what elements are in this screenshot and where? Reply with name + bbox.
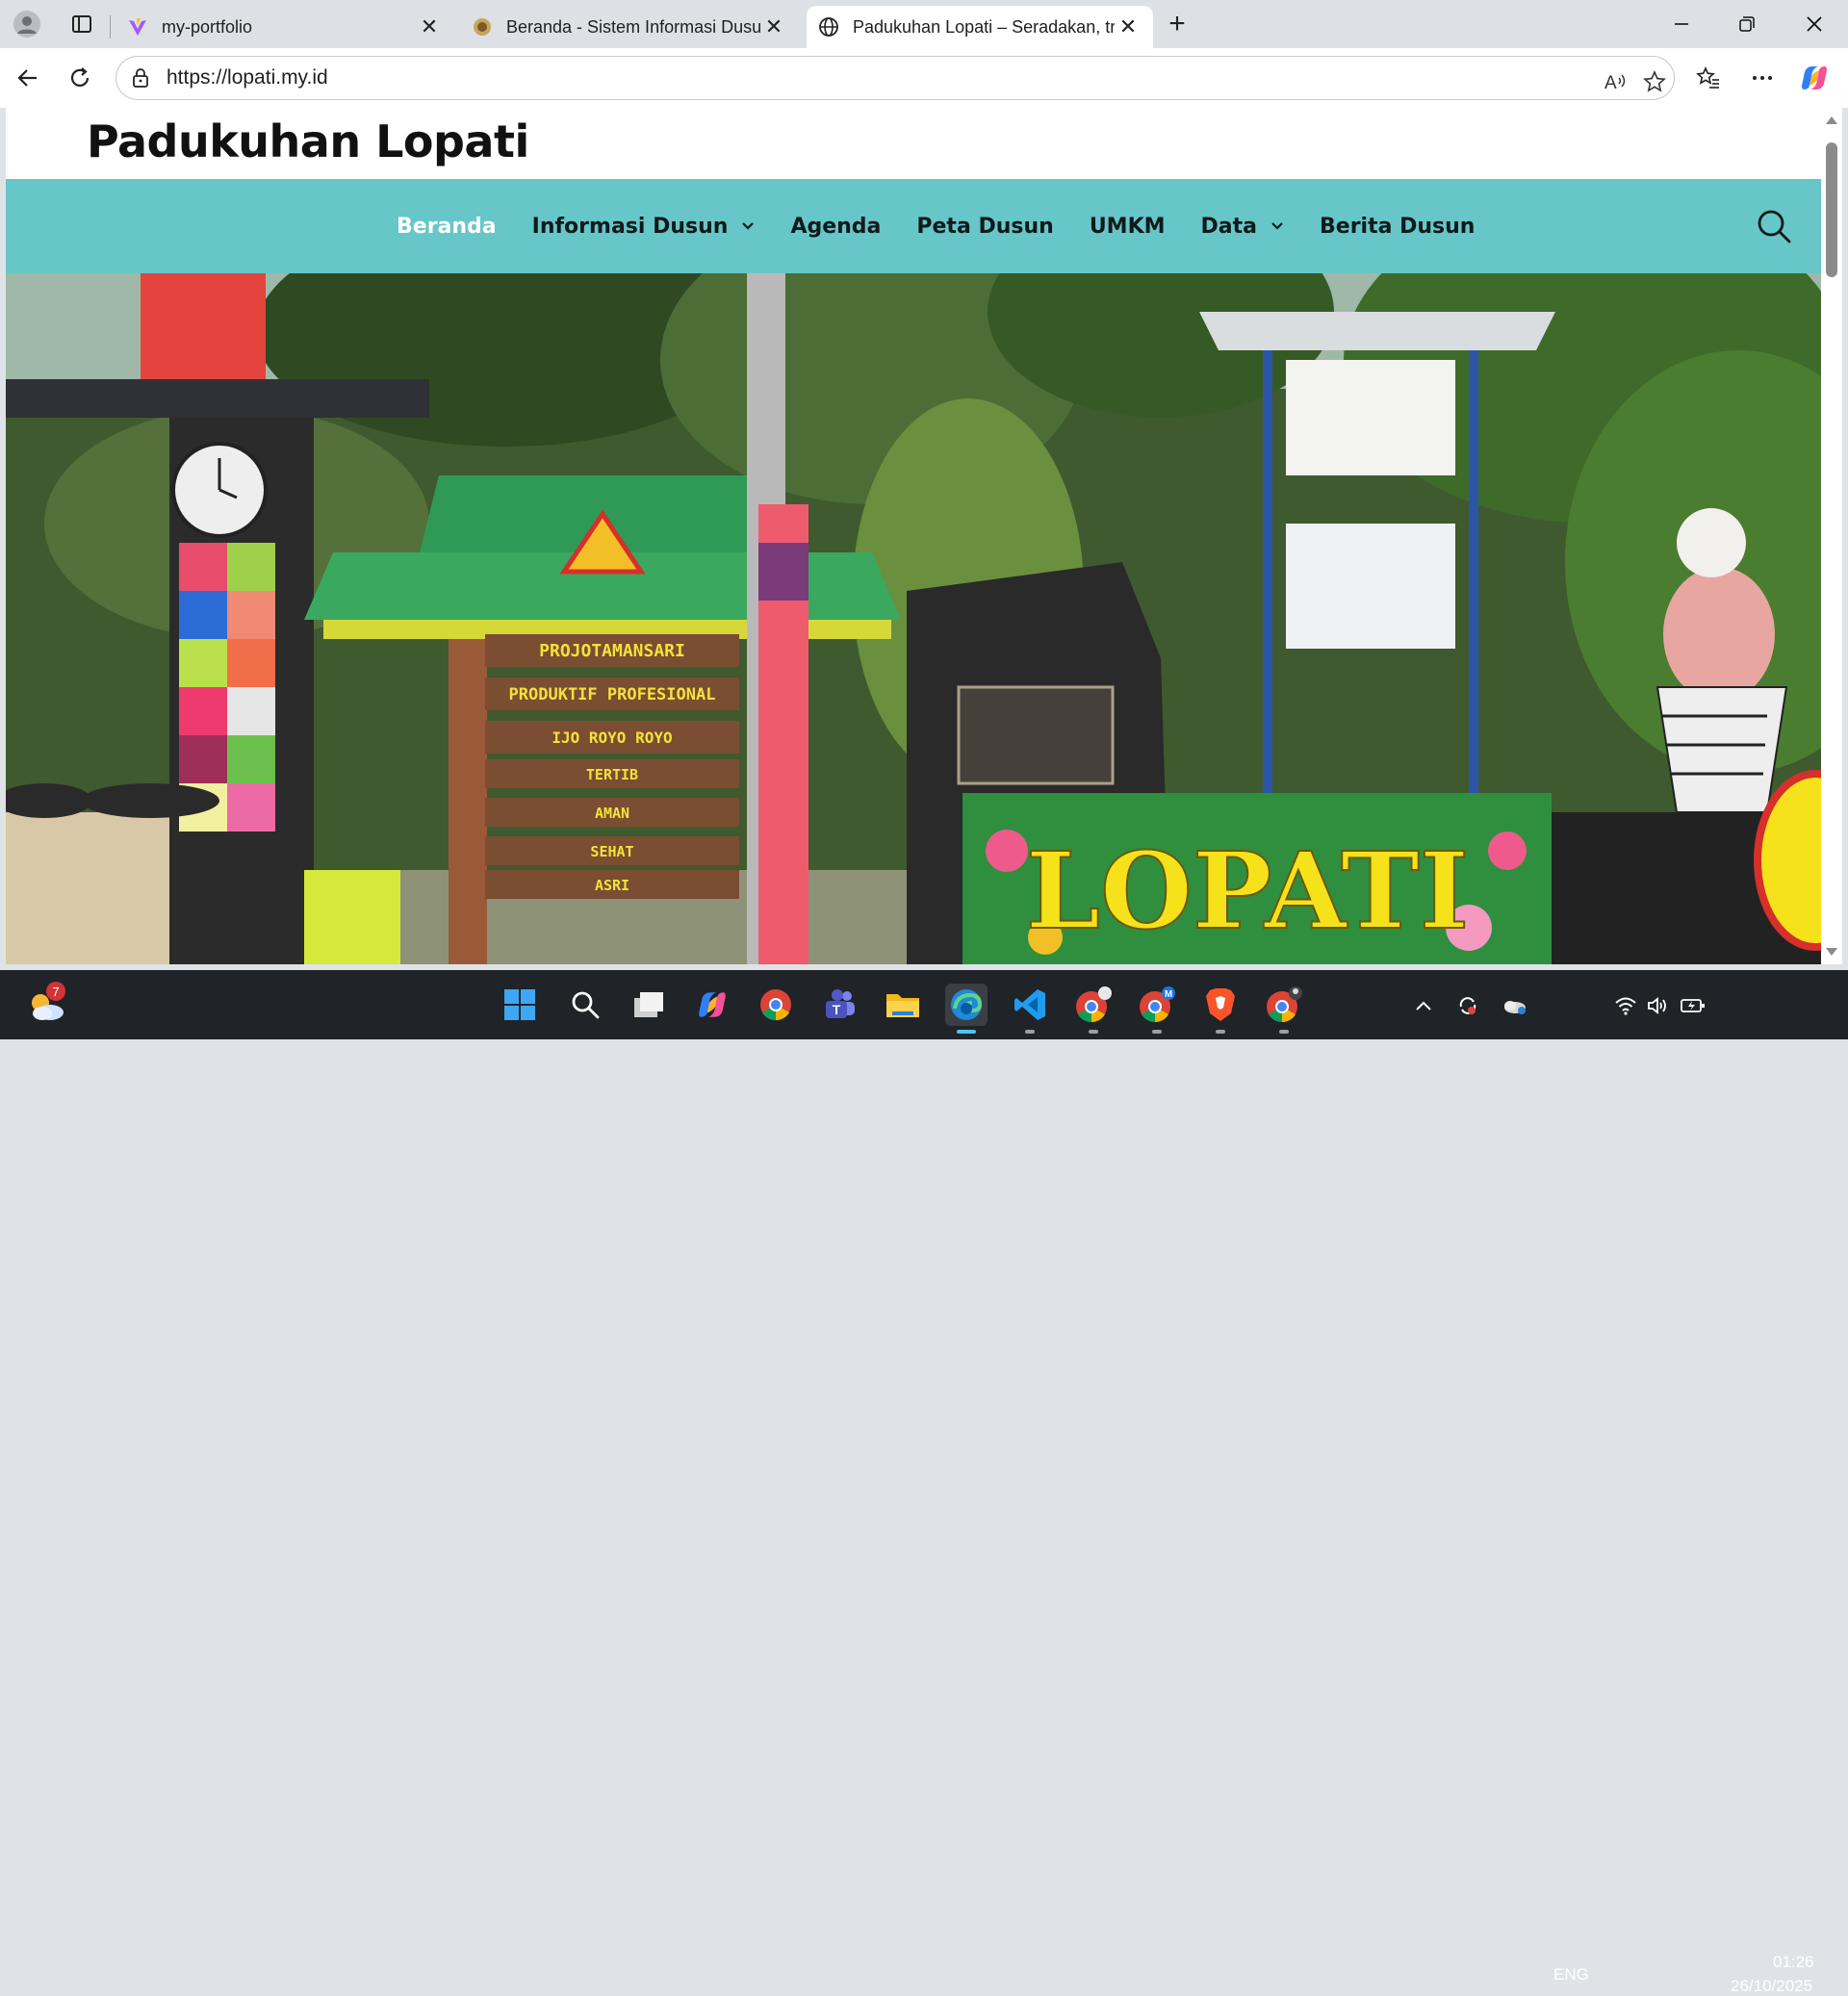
language-indicator[interactable]: ENG bbox=[1553, 1965, 1589, 1984]
teams-icon[interactable]: T bbox=[818, 984, 860, 1026]
favorite-star-icon[interactable] bbox=[1637, 64, 1672, 99]
nav-item-beranda[interactable]: Beranda bbox=[397, 215, 497, 239]
vscode-open-indicator bbox=[1025, 1030, 1035, 1034]
chrome-open-indicator bbox=[1279, 1030, 1289, 1034]
close-window-button[interactable] bbox=[1786, 4, 1842, 44]
close-tab-icon[interactable]: ✕ bbox=[760, 13, 787, 40]
scroll-up-arrow-icon[interactable] bbox=[1825, 114, 1838, 127]
back-button[interactable] bbox=[10, 60, 46, 96]
brave-open-indicator bbox=[1216, 1030, 1225, 1034]
chevron-down-icon bbox=[1270, 219, 1284, 233]
sign-text: PROJOTAMANSARI bbox=[539, 641, 685, 661]
nav-item-label: Informasi Dusun bbox=[531, 214, 729, 239]
more-options-icon[interactable] bbox=[1744, 60, 1781, 96]
main-navigation: Beranda Informasi Dusun Agenda Peta Dusu… bbox=[6, 179, 1821, 273]
sign-text: AMAN bbox=[595, 805, 629, 822]
web-page: Padukuhan Lopati Beranda Informasi Dusun… bbox=[6, 108, 1821, 964]
sign-text: PRODUKTIF PROFESIONAL bbox=[509, 685, 716, 704]
nav-item-data[interactable]: Data bbox=[1201, 215, 1284, 239]
globe-icon bbox=[818, 16, 839, 38]
clock-date[interactable]: 26/10/2025 bbox=[1731, 1977, 1812, 1996]
page-scrollbar[interactable] bbox=[1821, 108, 1842, 964]
chrome-open-indicator bbox=[1152, 1030, 1162, 1034]
scroll-down-arrow-icon[interactable] bbox=[1825, 945, 1838, 959]
nav-item-informasi-dusun[interactable]: Informasi Dusun bbox=[532, 215, 756, 239]
site-header: Padukuhan Lopati bbox=[6, 108, 1821, 179]
chrome-icon[interactable] bbox=[755, 984, 797, 1026]
sign-text: SEHAT bbox=[590, 843, 633, 860]
volume-icon[interactable] bbox=[1646, 993, 1671, 1018]
close-tab-icon[interactable]: ✕ bbox=[1115, 13, 1142, 40]
tab-separator bbox=[110, 15, 111, 38]
edge-icon[interactable] bbox=[945, 984, 988, 1026]
tab-padukuhan-lopati[interactable]: Padukuhan Lopati – Seradakan, tr ✕ bbox=[807, 6, 1153, 48]
favorites-icon[interactable] bbox=[1690, 60, 1727, 96]
tab-my-portfolio[interactable]: my-portfolio ✕ bbox=[116, 6, 454, 48]
edge-active-indicator bbox=[957, 1030, 976, 1034]
url-text[interactable]: https://lopati.my.id bbox=[167, 66, 328, 90]
chrome-open-indicator bbox=[1089, 1030, 1098, 1034]
nav-menu: Beranda Informasi Dusun Agenda Peta Dusu… bbox=[397, 179, 1510, 273]
browser-tab-bar: my-portfolio ✕ Beranda - Sistem Informas… bbox=[0, 0, 1848, 48]
tab-beranda-sistem-informasi[interactable]: Beranda - Sistem Informasi Dusun ✕ bbox=[460, 6, 799, 48]
tab-title: Beranda - Sistem Informasi Dusun bbox=[506, 16, 760, 37]
onedrive-icon[interactable] bbox=[1502, 993, 1527, 1018]
chrome-profile-1-icon[interactable] bbox=[1072, 984, 1115, 1026]
nav-item-label: Berita Dusun bbox=[1320, 214, 1476, 239]
weather-badge: 7 bbox=[46, 982, 65, 1001]
address-bar[interactable]: https://lopati.my.id A bbox=[116, 56, 1675, 100]
chevron-down-icon bbox=[741, 219, 755, 233]
nav-item-label: Peta Dusun bbox=[916, 214, 1054, 239]
close-tab-icon[interactable]: ✕ bbox=[416, 13, 443, 40]
sign-text: TERTIB bbox=[586, 766, 638, 783]
restore-button[interactable] bbox=[1719, 4, 1775, 44]
tab-actions-icon[interactable] bbox=[65, 8, 98, 40]
wifi-icon[interactable] bbox=[1613, 993, 1638, 1018]
browser-toolbar: https://lopati.my.id A bbox=[0, 48, 1848, 108]
nav-item-label: Beranda bbox=[397, 214, 497, 239]
hero-image: PROJOTAMANSARI PRODUKTIF PROFESIONAL IJO… bbox=[6, 273, 1821, 964]
profile-icon[interactable] bbox=[10, 8, 44, 40]
nav-item-label: Agenda bbox=[790, 214, 882, 239]
sign-text: IJO ROYO ROYO bbox=[552, 729, 672, 747]
taskbar-search-icon[interactable] bbox=[564, 984, 606, 1026]
vite-icon bbox=[127, 16, 148, 38]
vscode-icon[interactable] bbox=[1009, 984, 1051, 1026]
svg-text:T: T bbox=[833, 1002, 841, 1017]
copilot-taskbar-icon[interactable] bbox=[691, 984, 733, 1026]
nav-item-peta-dusun[interactable]: Peta Dusun bbox=[916, 215, 1053, 239]
sign-text: ASRI bbox=[595, 877, 629, 894]
tab-title: my-portfolio bbox=[162, 16, 253, 37]
lock-icon[interactable] bbox=[130, 67, 151, 89]
monument-text: LOPATI bbox=[1026, 829, 1470, 953]
brave-icon[interactable] bbox=[1199, 984, 1242, 1026]
svg-text:A: A bbox=[1604, 73, 1617, 93]
show-hidden-icons-chevron-icon[interactable] bbox=[1411, 993, 1436, 1018]
refresh-button[interactable] bbox=[62, 60, 98, 96]
site-title[interactable]: Padukuhan Lopati bbox=[87, 115, 529, 167]
nav-item-agenda[interactable]: Agenda bbox=[790, 215, 881, 239]
chrome-profile-2-icon[interactable]: M bbox=[1136, 984, 1178, 1026]
nav-item-label: Data bbox=[1200, 214, 1257, 239]
sync-icon[interactable] bbox=[1455, 993, 1480, 1018]
clock-time[interactable]: 01:26 bbox=[1773, 1953, 1814, 1972]
task-view-icon[interactable] bbox=[628, 984, 670, 1026]
search-icon[interactable] bbox=[1756, 208, 1792, 244]
chrome-profile-3-icon[interactable] bbox=[1263, 984, 1305, 1026]
tab-title: Padukuhan Lopati – Seradakan, tr bbox=[853, 16, 1115, 37]
file-explorer-icon[interactable] bbox=[882, 984, 924, 1026]
read-aloud-icon[interactable]: A bbox=[1599, 64, 1633, 99]
nav-item-berita-dusun[interactable]: Berita Dusun bbox=[1320, 215, 1475, 239]
battery-charging-icon[interactable] bbox=[1681, 993, 1706, 1018]
svg-text:M: M bbox=[1165, 989, 1172, 1000]
nav-item-label: UMKM bbox=[1089, 214, 1166, 239]
new-tab-button[interactable]: + bbox=[1161, 8, 1194, 40]
copilot-icon[interactable] bbox=[1796, 60, 1833, 96]
minimize-button[interactable] bbox=[1654, 4, 1709, 44]
emblem-icon bbox=[472, 16, 493, 38]
scrollbar-thumb[interactable] bbox=[1826, 142, 1837, 277]
windows-start-icon[interactable] bbox=[499, 984, 541, 1026]
windows-taskbar: 7 T M ENG 01:26 26/10/2025 bbox=[0, 970, 1848, 1995]
nav-item-umkm[interactable]: UMKM bbox=[1090, 215, 1166, 239]
